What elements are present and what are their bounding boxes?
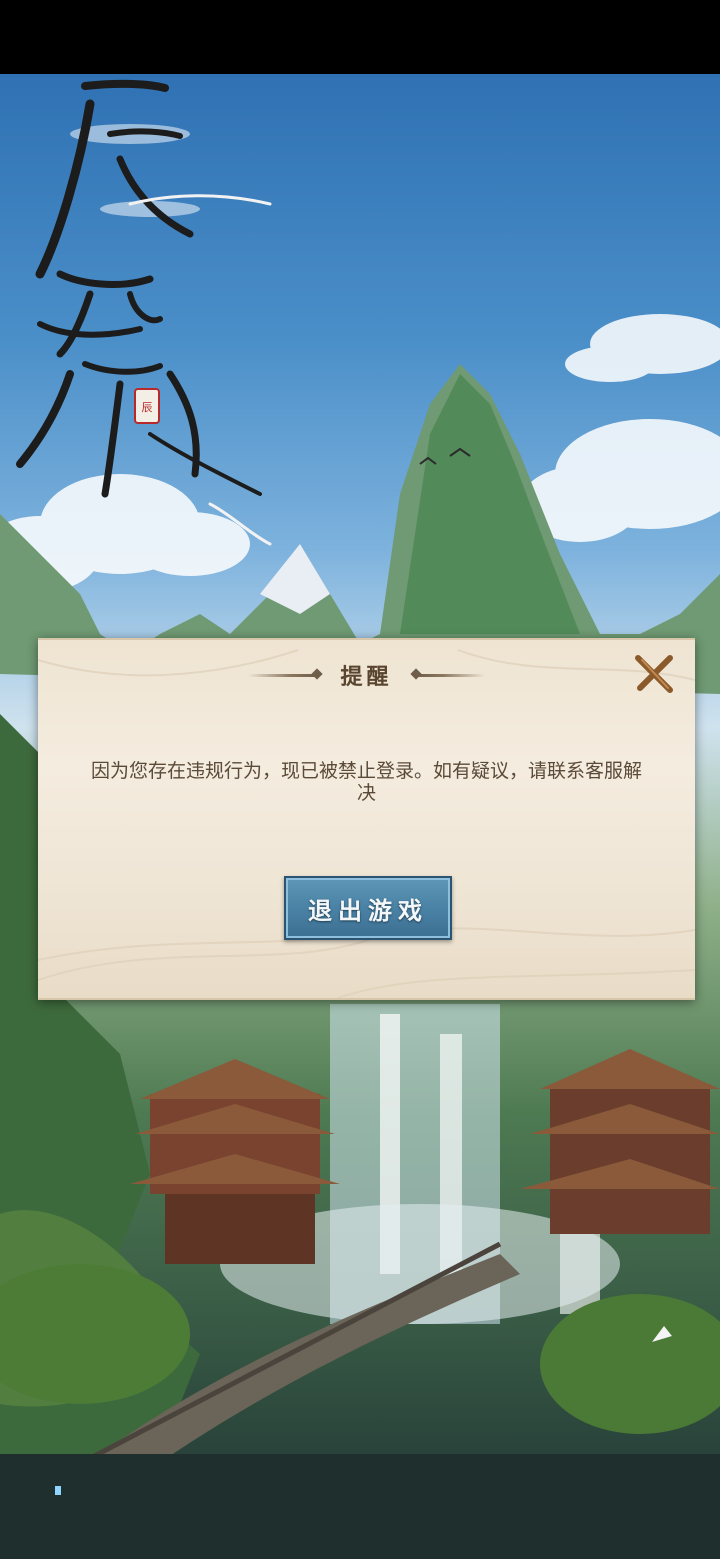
alert-dialog: 提醒 因为您存在违规行为，现已被禁止登录。如有疑议，请联系客服解决 退出游戏 <box>38 638 695 1000</box>
loading-indicator <box>55 1486 61 1495</box>
dialog-header: 提醒 <box>38 660 695 690</box>
dialog-message: 因为您存在违规行为，现已被禁止登录。如有疑议，请联系客服解决 <box>90 760 642 804</box>
game-logo: 辰 <box>16 79 272 546</box>
title-ornament-right <box>414 673 485 677</box>
status-bar <box>0 0 720 74</box>
svg-text:辰: 辰 <box>142 401 153 414</box>
dialog-title: 提醒 <box>340 664 393 690</box>
exit-game-label: 退出游戏 <box>308 895 428 925</box>
game-screen: 辰 提醒 因为您存在违规行为，现已被禁止登录。如有疑议，请联系客服解决 退出游戏 <box>0 0 720 1559</box>
close-button[interactable] <box>632 652 676 696</box>
close-icon <box>635 655 673 693</box>
dialog-decoration <box>38 649 695 998</box>
title-ornament-left <box>248 673 319 677</box>
exit-game-button[interactable]: 退出游戏 <box>284 876 452 940</box>
